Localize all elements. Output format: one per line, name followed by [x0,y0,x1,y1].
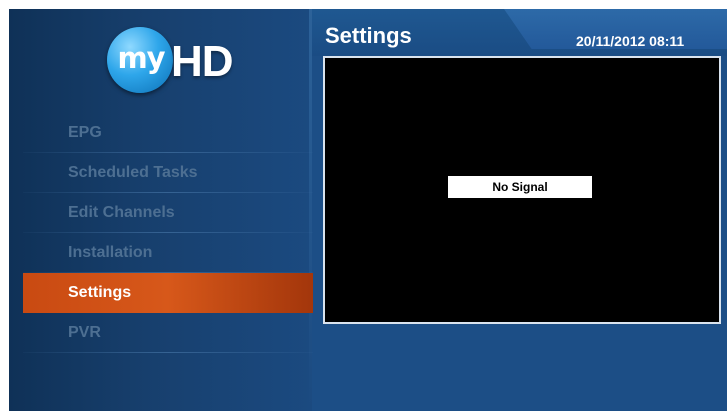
datetime-display: 20/11/2012 08:11 [576,33,685,49]
menu-item-installation[interactable]: Installation [23,233,313,273]
menu-item-edit-channels[interactable]: Edit Channels [23,193,313,233]
main-menu: EPG Scheduled Tasks Edit Channels Instal… [23,113,313,353]
menu-item-scheduled-tasks[interactable]: Scheduled Tasks [23,153,313,193]
menu-item-settings[interactable]: Settings [23,273,313,313]
menu-item-epg[interactable]: EPG [23,113,313,153]
menu-separator [23,352,313,353]
logo-my-text: my [117,41,165,75]
tv-screen: my HD EPG Scheduled Tasks Edit Channels … [9,9,727,411]
sidebar: my HD EPG Scheduled Tasks Edit Channels … [9,9,313,411]
menu-item-label: Settings [68,284,132,301]
menu-item-pvr[interactable]: PVR [23,313,313,353]
menu-item-label: Scheduled Tasks [68,164,198,181]
video-preview: No Signal [323,56,721,324]
menu-item-label: Edit Channels [68,204,175,221]
menu-item-label: Installation [68,244,153,261]
menu-item-label: EPG [68,124,102,141]
myhd-logo: my HD [107,27,247,99]
no-signal-label: No Signal [448,176,592,198]
menu-item-label: PVR [68,324,101,341]
page-title: Settings [325,23,412,48]
logo-hd-text: HD [171,37,234,86]
